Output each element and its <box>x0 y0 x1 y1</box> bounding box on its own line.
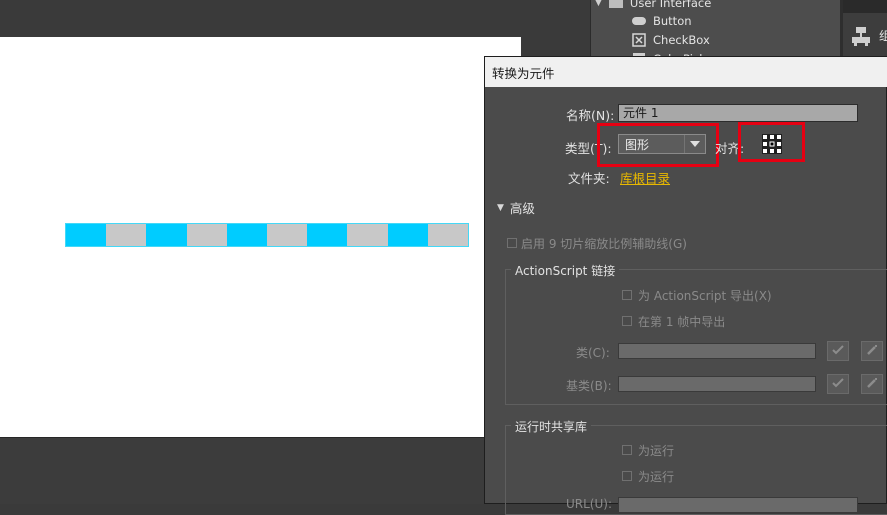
bar-segment-cyan <box>66 224 107 246</box>
pencil-icon <box>866 377 878 392</box>
bar-segment-gray <box>427 224 468 246</box>
tool-panel-header <box>843 0 887 13</box>
pencil-icon <box>866 344 878 359</box>
bar-segment-gray <box>266 224 308 246</box>
library-item-button[interactable]: Button <box>631 11 692 30</box>
dialog-title-bar[interactable]: 转换为元件 <box>485 57 887 87</box>
class-label: 类(C): <box>576 346 610 360</box>
export-in-frame1-checkbox[interactable] <box>622 316 632 326</box>
bar-segment-cyan <box>226 224 267 246</box>
folder-label: 文件夹: <box>568 171 610 186</box>
scale9-label: 启用 9 切片缩放比例辅助线(G) <box>521 237 687 251</box>
advanced-label: 高级 <box>509 201 535 216</box>
scale9-checkbox[interactable] <box>507 238 517 248</box>
advanced-toggle[interactable]: ▼ 高级 <box>497 198 535 217</box>
export-in-frame1-label: 在第 1 帧中导出 <box>638 315 726 329</box>
bar-segment-cyan <box>146 224 187 246</box>
button-component-icon <box>631 14 647 28</box>
components-library-panel: ▼ User Interface Button CheckBox ColorPi… <box>590 0 841 66</box>
stage-edge-line <box>0 437 484 438</box>
base-class-label: 基类(B): <box>566 379 612 393</box>
base-class-input[interactable] <box>618 376 816 392</box>
tool-label: 组 <box>879 29 887 43</box>
export-runtime-label: 为运行 <box>638 444 675 458</box>
validate-base-class-button[interactable] <box>827 374 849 394</box>
bar-segment-gray <box>186 224 227 246</box>
library-item-label: User Interface <box>629 0 712 10</box>
name-label: 名称(N): <box>566 108 615 123</box>
bar-segment-cyan <box>387 224 428 246</box>
edit-base-class-button[interactable] <box>861 374 883 394</box>
class-input[interactable] <box>618 343 816 359</box>
bar-segment-cyan <box>307 224 348 246</box>
dialog-title: 转换为元件 <box>492 65 555 81</box>
url-label: URL(U): <box>566 497 612 511</box>
components-panel-icon[interactable] <box>850 24 876 48</box>
url-input[interactable] <box>618 497 858 513</box>
checkbox-component-icon <box>631 32 647 47</box>
library-item-checkbox[interactable]: CheckBox <box>631 30 710 49</box>
collapse-triangle-icon: ▼ <box>497 202 504 213</box>
export-for-actionscript-label: 为 ActionScript 导出(X) <box>638 289 772 303</box>
bar-segment-gray <box>347 224 388 246</box>
edit-class-button[interactable] <box>861 341 883 361</box>
expand-triangle-icon[interactable]: ▼ <box>595 0 602 8</box>
validate-class-button[interactable] <box>827 341 849 361</box>
checkmark-icon <box>832 377 844 391</box>
bar-segment-gray <box>106 224 147 246</box>
selected-dashed-bar-shape[interactable] <box>65 223 469 247</box>
export-for-actionscript-checkbox[interactable] <box>622 290 632 300</box>
workspace-top-strip <box>0 0 590 37</box>
align-highlight-box <box>738 122 805 162</box>
library-root-link[interactable]: 库根目录 <box>620 168 670 187</box>
actionscript-legend: ActionScript 链接 <box>511 262 620 279</box>
import-runtime-label: 为运行 <box>638 470 675 484</box>
library-item-label: CheckBox <box>653 32 710 47</box>
workspace-pasteboard <box>0 437 484 504</box>
checkmark-icon <box>832 344 844 358</box>
symbol-name-input[interactable]: 元件 1 <box>618 104 858 122</box>
folder-icon <box>608 0 624 10</box>
library-item-label: Button <box>653 13 692 28</box>
runtime-legend: 运行时共享库 <box>511 418 592 435</box>
import-runtime-checkbox[interactable] <box>622 471 632 481</box>
type-highlight-box <box>597 123 719 167</box>
export-runtime-checkbox[interactable] <box>622 445 632 455</box>
